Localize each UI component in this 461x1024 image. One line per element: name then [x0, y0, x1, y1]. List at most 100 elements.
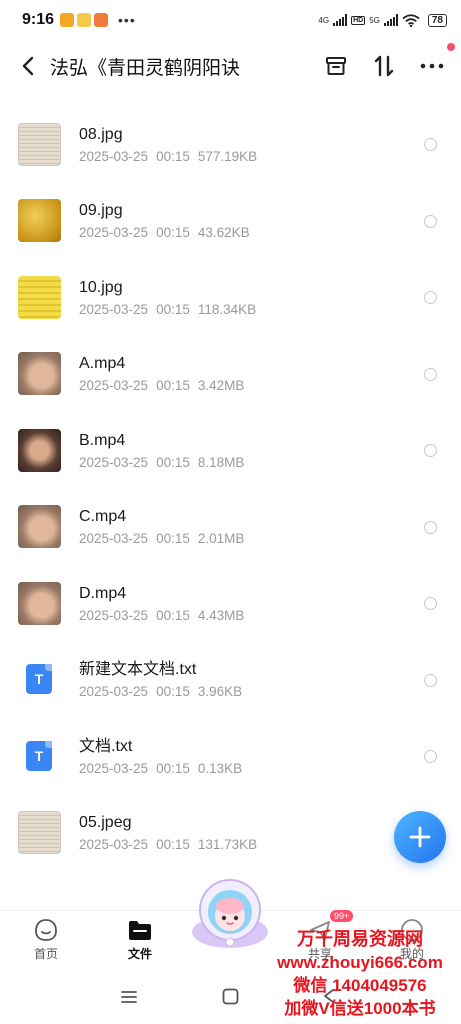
file-name: 05.jpeg [79, 814, 132, 832]
file-meta: 2025-03-25 00:15 577.19KB [79, 149, 265, 164]
status-time: 9:16 [22, 11, 55, 28]
file-time: 00:15 [156, 378, 190, 394]
file-info: 文档.txt 2025-03-25 00:15 0.13KB [79, 737, 250, 776]
watermark-line: 微信 1404049576 [293, 976, 427, 995]
file-size: 4.43MB [197, 607, 245, 623]
file-size: 0.13KB [197, 760, 243, 776]
file-date: 2025-03-25 [79, 837, 149, 853]
file-meta: 2025-03-25 00:15 3.42MB [79, 378, 252, 393]
file-date: 2025-03-25 [79, 378, 149, 394]
file-meta: 2025-03-25 00:15 131.73KB [79, 837, 265, 852]
file-row[interactable]: 10.jpg 2025-03-25 00:15 118.34KB [0, 259, 461, 336]
file-row[interactable]: T 新建文本文档.txt 2025-03-25 00:15 3.96KB [0, 642, 461, 719]
plus-icon [409, 826, 431, 848]
file-size: 577.19KB [197, 148, 258, 164]
file-row[interactable]: A.mp4 2025-03-25 00:15 3.42MB [0, 336, 461, 413]
file-list: 08.jpg 2025-03-25 00:15 577.19KB 09.jpg 20… [0, 106, 461, 871]
tab-home[interactable]: 首页 [16, 917, 76, 962]
select-radio[interactable] [424, 597, 437, 611]
file-row[interactable]: B.mp4 2025-03-25 00:15 8.18MB [0, 412, 461, 489]
file-time: 00:15 [156, 837, 190, 853]
file-date: 2025-03-25 [79, 148, 149, 164]
add-file-button[interactable] [394, 811, 446, 863]
archive-button[interactable] [319, 49, 353, 83]
image-thumbnail [18, 811, 61, 855]
recent-apps-button[interactable] [121, 990, 137, 1009]
file-meta: 2025-03-25 00:15 4.43MB [79, 608, 252, 623]
back-button[interactable] [6, 44, 50, 88]
file-time: 00:15 [156, 225, 190, 241]
file-info: A.mp4 2025-03-25 00:15 3.42MB [79, 354, 252, 393]
file-info: 10.jpg 2025-03-25 00:15 118.34KB [79, 278, 264, 317]
file-info: 新建文本文档.txt 2025-03-25 00:15 3.96KB [79, 660, 250, 699]
file-name: 文档.txt [79, 737, 133, 755]
file-name: 08.jpg [79, 125, 123, 143]
header-actions [319, 43, 455, 83]
sort-arrows-icon [374, 55, 394, 77]
file-thumbnail: T [18, 658, 61, 701]
file-info: C.mp4 2025-03-25 00:15 2.01MB [79, 507, 252, 546]
file-row[interactable]: 05.jpeg 2025-03-25 00:15 131.73KB [0, 795, 461, 872]
home-button[interactable] [222, 988, 239, 1010]
file-name: D.mp4 [79, 584, 127, 602]
file-time: 00:15 [156, 684, 190, 700]
file-name: 新建文本文档.txt [79, 661, 197, 679]
more-horizontal-icon [420, 63, 444, 69]
square-home-icon [222, 988, 239, 1005]
file-size: 131.73KB [197, 837, 258, 853]
file-row[interactable]: T 文档.txt 2025-03-25 00:15 0.13KB [0, 718, 461, 795]
more-options-button[interactable] [415, 43, 455, 83]
file-date: 2025-03-25 [79, 607, 149, 623]
file-info: B.mp4 2025-03-25 00:15 8.18MB [79, 431, 252, 470]
tab-label: 首页 [33, 947, 58, 961]
select-radio[interactable] [424, 520, 437, 534]
file-name: A.mp4 [79, 355, 126, 373]
select-radio[interactable] [424, 367, 437, 381]
image-thumbnail [18, 352, 61, 396]
file-meta: 2025-03-25 00:15 2.01MB [79, 531, 252, 546]
select-radio[interactable] [424, 291, 437, 305]
status-indicators: 4G HD 5G 78 [318, 13, 447, 27]
signal-icon [333, 14, 348, 26]
astronaut-mascot-icon [192, 879, 268, 948]
select-radio[interactable] [424, 138, 437, 152]
chevron-left-icon [22, 56, 34, 76]
status-app-icons [60, 13, 109, 27]
file-row[interactable]: D.mp4 2025-03-25 00:15 4.43MB [0, 565, 461, 642]
file-time: 00:15 [156, 454, 190, 470]
file-row[interactable]: 09.jpg 2025-03-25 00:15 43.62KB [0, 183, 461, 260]
file-name: C.mp4 [79, 508, 127, 526]
file-name: B.mp4 [79, 431, 126, 449]
file-row[interactable]: C.mp4 2025-03-25 00:15 2.01MB [0, 489, 461, 566]
select-radio[interactable] [424, 214, 437, 228]
file-meta: 2025-03-25 00:15 118.34KB [79, 302, 264, 317]
file-info: D.mp4 2025-03-25 00:15 4.43MB [79, 584, 252, 623]
watermark-line: www.zhouyi666.com [277, 953, 443, 972]
page-title: 法弘《青田灵鹤阴阳诀 [50, 57, 241, 79]
notification-dot [447, 43, 455, 51]
select-radio[interactable] [424, 750, 437, 764]
file-name: 09.jpg [79, 202, 123, 220]
sort-button[interactable] [367, 49, 401, 83]
file-time: 00:15 [156, 607, 190, 623]
home-face-icon [35, 919, 57, 941]
file-meta: 2025-03-25 00:15 3.96KB [79, 684, 250, 699]
battery-indicator: 78 [427, 13, 447, 27]
tab-label: 文件 [127, 947, 152, 961]
assistant-mascot-button[interactable] [188, 872, 272, 956]
file-time: 00:15 [156, 760, 190, 776]
tab-files[interactable]: 文件 [110, 917, 170, 962]
file-size: 118.34KB [197, 301, 257, 317]
file-date: 2025-03-25 [79, 684, 149, 700]
select-radio[interactable] [424, 444, 437, 458]
select-radio[interactable] [424, 673, 437, 687]
file-size: 43.62KB [197, 225, 250, 241]
file-row[interactable]: 08.jpg 2025-03-25 00:15 577.19KB [0, 106, 461, 183]
file-size: 3.42MB [197, 378, 245, 394]
top-navigation: 法弘《青田灵鹤阴阳诀 [0, 40, 461, 92]
watermark-line: 万千周易资源网 [297, 929, 423, 949]
file-date: 2025-03-25 [79, 454, 149, 470]
notification-app-icon [77, 13, 92, 27]
file-info: 05.jpeg 2025-03-25 00:15 131.73KB [79, 813, 265, 852]
file-thumbnail: T [18, 735, 61, 778]
